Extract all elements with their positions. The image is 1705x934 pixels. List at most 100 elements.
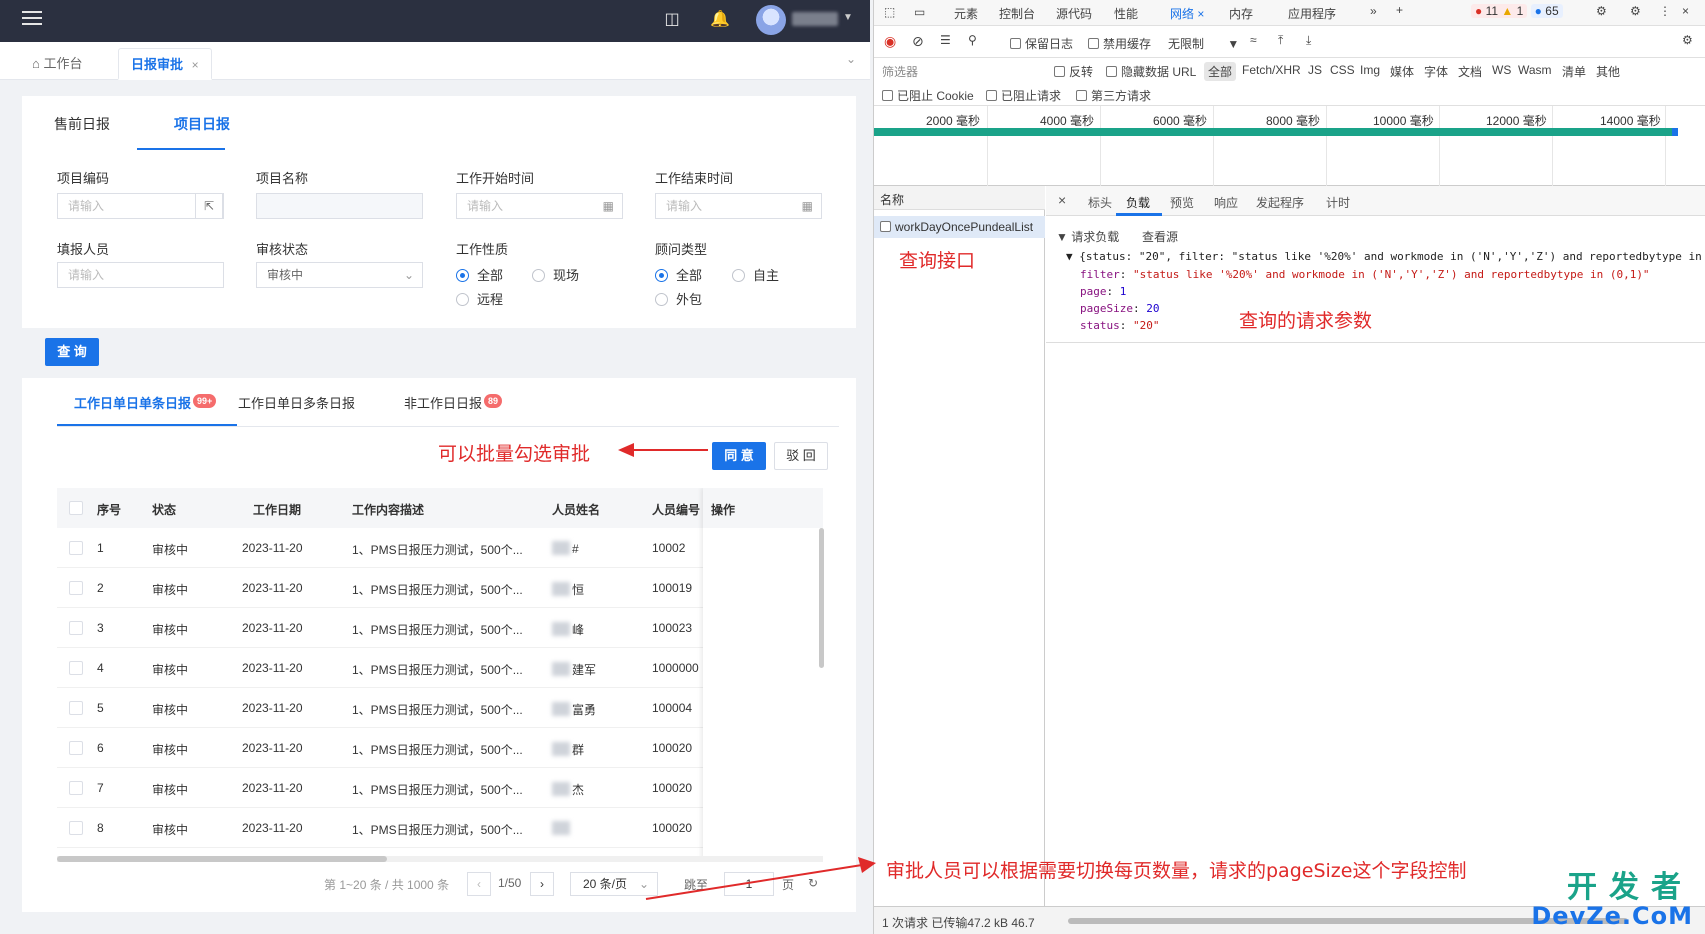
request-row[interactable]: workDayOncePundealList bbox=[874, 216, 1045, 238]
type-filter-js[interactable]: JS bbox=[1308, 63, 1322, 77]
row-checkbox[interactable] bbox=[69, 781, 83, 795]
reporter-input[interactable]: 请输入 bbox=[57, 262, 224, 288]
close-devtools-icon[interactable]: × bbox=[1682, 4, 1689, 18]
payload-section-toggle[interactable]: ▼ 请求负载 bbox=[1056, 228, 1119, 245]
type-filter-media[interactable]: 媒体 bbox=[1390, 63, 1414, 80]
inbox-icon[interactable]: ◫ bbox=[662, 10, 682, 30]
consultant-outsource-radio[interactable]: 外包 bbox=[655, 289, 702, 308]
select-picker-icon[interactable]: ⇱ bbox=[195, 193, 223, 219]
username-blurred[interactable] bbox=[792, 12, 838, 26]
tab-performance[interactable]: 性能 bbox=[1114, 5, 1138, 22]
type-filter-manifest[interactable]: 清单 bbox=[1562, 63, 1586, 80]
consultant-self-radio[interactable]: 自主 bbox=[732, 265, 779, 284]
tab-multi-daily[interactable]: 工作日单日多条日报 bbox=[238, 393, 355, 412]
row-checkbox[interactable] bbox=[69, 821, 83, 835]
user-avatar[interactable] bbox=[756, 5, 786, 35]
agree-button[interactable]: 同 意 bbox=[712, 442, 766, 470]
network-timeline[interactable]: 2000 毫秒 4000 毫秒 6000 毫秒 8000 毫秒 10000 毫秒… bbox=[874, 106, 1705, 186]
type-filter-ws[interactable]: WS bbox=[1492, 63, 1511, 77]
type-filter-all[interactable]: 全部 bbox=[1204, 62, 1237, 81]
customize-icon[interactable]: ⚙ bbox=[1596, 4, 1607, 18]
tab-network[interactable]: 网络 × bbox=[1170, 5, 1204, 22]
record-icon[interactable]: ◉ bbox=[884, 33, 896, 50]
blocked-requests-checkbox[interactable]: 已阻止请求 bbox=[986, 87, 1061, 104]
tab-memory[interactable]: 内存 bbox=[1229, 5, 1253, 22]
select-all-checkbox[interactable] bbox=[69, 501, 83, 515]
filter-icon[interactable]: ☰ bbox=[940, 33, 951, 47]
tab-application[interactable]: 应用程序 bbox=[1288, 5, 1336, 22]
view-source-link[interactable]: 查看源 bbox=[1142, 228, 1178, 245]
start-time-input[interactable]: 请输入 ▦ bbox=[456, 193, 623, 219]
audit-status-select[interactable]: 审核中 ⌄ bbox=[256, 262, 423, 288]
tab-home[interactable]: ⌂ 工作台 bbox=[20, 48, 95, 80]
close-icon[interactable]: × bbox=[1197, 7, 1204, 21]
row-checkbox[interactable] bbox=[69, 701, 83, 715]
clear-icon[interactable]: ⊘ bbox=[912, 33, 924, 50]
more-tabs-icon[interactable]: » bbox=[1370, 4, 1377, 18]
tab-headers[interactable]: 标头 bbox=[1088, 194, 1112, 211]
tab-single-daily[interactable]: 工作日单日单条日报 99+ bbox=[74, 393, 217, 412]
next-page-button[interactable]: › bbox=[530, 872, 554, 896]
invert-checkbox[interactable]: 反转 bbox=[1054, 63, 1093, 80]
table-horizontal-scrollbar[interactable] bbox=[57, 856, 387, 862]
type-filter-img[interactable]: Img bbox=[1360, 63, 1380, 77]
tab-presales-report[interactable]: 售前日报 bbox=[54, 114, 110, 134]
project-code-input[interactable]: 请输入 ⇱ bbox=[57, 193, 224, 219]
tab-project-report[interactable]: 项目日报 bbox=[174, 114, 230, 134]
tab-sources[interactable]: 源代码 bbox=[1056, 5, 1092, 22]
tab-elements[interactable]: 元素 bbox=[954, 5, 978, 22]
close-icon[interactable]: × bbox=[192, 58, 199, 72]
type-filter-css[interactable]: CSS bbox=[1330, 63, 1355, 77]
query-button[interactable]: 查 询 bbox=[45, 338, 99, 366]
chevron-down-icon[interactable]: ▼ bbox=[843, 12, 853, 23]
chevron-down-icon[interactable]: ⌄ bbox=[846, 52, 856, 66]
work-nature-remote-radio[interactable]: 远程 bbox=[456, 289, 503, 308]
row-checkbox[interactable] bbox=[69, 661, 83, 675]
kebab-menu-icon[interactable]: ⋮ bbox=[1659, 4, 1671, 18]
tab-timing[interactable]: 计时 bbox=[1326, 194, 1350, 211]
throttle-select[interactable]: 无限制 ▼ bbox=[1168, 35, 1239, 52]
issues-badges[interactable]: ● 11 ▲ 1 ● 65 bbox=[1471, 4, 1563, 18]
tab-payload[interactable]: 负载 bbox=[1126, 194, 1150, 211]
end-time-input[interactable]: 请输入 ▦ bbox=[655, 193, 822, 219]
type-filter-font[interactable]: 字体 bbox=[1424, 63, 1448, 80]
device-toggle-icon[interactable]: ▭ bbox=[914, 5, 925, 19]
close-detail-icon[interactable]: × bbox=[1058, 192, 1066, 208]
table-vertical-scrollbar[interactable] bbox=[819, 528, 824, 668]
tab-non-workday[interactable]: 非工作日日报 89 bbox=[404, 393, 503, 412]
network-settings-icon[interactable]: ⚙ bbox=[1682, 33, 1693, 47]
prev-page-button[interactable]: ‹ bbox=[467, 872, 491, 896]
export-icon[interactable]: ⤓ bbox=[1306, 33, 1311, 48]
search-icon[interactable]: ⚲ bbox=[968, 33, 977, 47]
type-filter-fetch-xhr[interactable]: Fetch/XHR bbox=[1242, 63, 1301, 77]
work-nature-all-radio[interactable]: 全部 bbox=[456, 265, 503, 284]
work-nature-onsite-radio[interactable]: 现场 bbox=[532, 265, 579, 284]
row-checkbox[interactable] bbox=[69, 541, 83, 555]
tab-response[interactable]: 响应 bbox=[1214, 194, 1238, 211]
import-icon[interactable]: ⤒ bbox=[1278, 33, 1283, 48]
hide-data-urls-checkbox[interactable]: 隐藏数据 URL bbox=[1106, 63, 1196, 80]
hamburger-menu-icon[interactable] bbox=[22, 11, 42, 29]
tab-console[interactable]: 控制台 bbox=[999, 5, 1035, 22]
wifi-icon[interactable]: ≈ bbox=[1250, 33, 1257, 47]
blocked-cookies-checkbox[interactable]: 已阻止 Cookie bbox=[882, 87, 974, 104]
consultant-all-radio[interactable]: 全部 bbox=[655, 265, 702, 284]
row-checkbox[interactable] bbox=[69, 741, 83, 755]
bell-icon[interactable]: 🔔 bbox=[710, 10, 730, 30]
tab-daily-report-approval[interactable]: 日报审批 × bbox=[118, 48, 212, 80]
add-tab-icon[interactable]: + bbox=[1396, 3, 1403, 17]
inspect-icon[interactable]: ⬚ bbox=[884, 5, 895, 19]
preserve-log-checkbox[interactable]: 保留日志 bbox=[1010, 35, 1073, 52]
third-party-checkbox[interactable]: 第三方请求 bbox=[1076, 87, 1151, 104]
disable-cache-checkbox[interactable]: 禁用缓存 bbox=[1088, 35, 1151, 52]
tab-preview[interactable]: 预览 bbox=[1170, 194, 1194, 211]
row-checkbox[interactable] bbox=[69, 581, 83, 595]
type-filter-doc[interactable]: 文档 bbox=[1458, 63, 1482, 80]
type-filter-other[interactable]: 其他 bbox=[1596, 63, 1620, 80]
row-checkbox[interactable] bbox=[69, 621, 83, 635]
payload-summary[interactable]: ▼ {status: "20", filter: "status like '%… bbox=[1066, 250, 1702, 263]
tab-initiator[interactable]: 发起程序 bbox=[1256, 194, 1304, 211]
reject-button[interactable]: 驳 回 bbox=[774, 442, 828, 470]
type-filter-wasm[interactable]: Wasm bbox=[1518, 63, 1552, 77]
settings-gear-icon[interactable]: ⚙ bbox=[1630, 4, 1641, 18]
